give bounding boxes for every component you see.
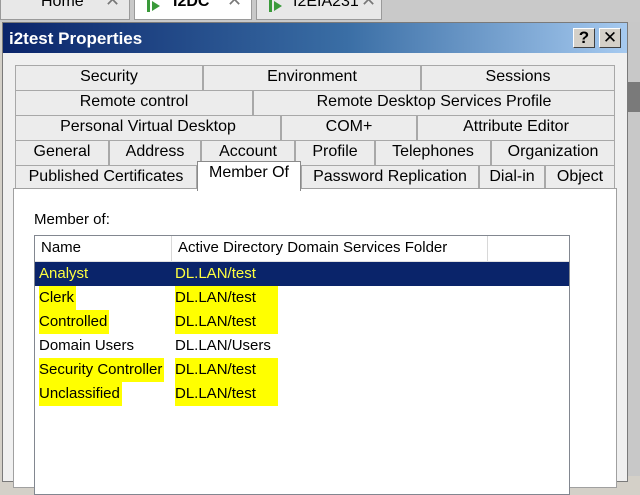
dialog-title: i2test Properties [9, 29, 143, 48]
title-bar[interactable]: i2test Properties ? ✕ [3, 23, 627, 53]
group-name: Analyst [39, 265, 89, 282]
tab-object[interactable]: Object [545, 165, 615, 190]
tab-environment[interactable]: Environment [203, 65, 421, 90]
list-header: Name Active Directory Domain Services Fo… [35, 236, 569, 262]
tab-attribute-editor[interactable]: Attribute Editor [417, 115, 615, 140]
background-window-edge [628, 22, 640, 476]
group-name: Security Controller [39, 358, 165, 382]
group-name: Domain Users [39, 337, 135, 354]
list-item[interactable]: Unclassified DL.LAN/test [35, 382, 569, 406]
tab-remote-control[interactable]: Remote control [15, 90, 253, 115]
properties-dialog: i2test Properties ? ✕ Security Environme… [2, 22, 628, 495]
member-of-list[interactable]: Name Active Directory Domain Services Fo… [34, 235, 570, 495]
group-folder: DL.LAN/test [175, 286, 278, 310]
close-button[interactable]: ✕ [599, 28, 621, 48]
host-tab-home[interactable]: Home ✕ [0, 0, 130, 20]
member-of-panel: Member of: Name Active Directory Domain … [13, 188, 617, 495]
group-name: Clerk [39, 286, 77, 310]
host-tab-label: Home [41, 0, 84, 10]
group-folder: DL.LAN/test [175, 310, 278, 334]
group-folder: DL.LAN/test [175, 358, 278, 382]
host-tab-label: I2DC [173, 0, 210, 10]
tab-address[interactable]: Address [109, 140, 201, 165]
host-tab-label: I2EIA231 [293, 0, 359, 10]
group-folder: DL.LAN/Users [175, 337, 271, 354]
list-item[interactable]: Domain Users DL.LAN/Users [35, 334, 569, 358]
remote-session-icon [147, 0, 160, 12]
list-item[interactable]: Controlled DL.LAN/test [35, 310, 569, 334]
tab-sessions[interactable]: Sessions [421, 65, 615, 90]
tab-password-replication[interactable]: Password Replication [301, 165, 479, 190]
group-folder: DL.LAN/test [175, 382, 278, 406]
group-name: Unclassified [39, 382, 122, 406]
tab-general[interactable]: General [15, 140, 109, 165]
tab-telephones[interactable]: Telephones [375, 140, 491, 165]
tab-com-plus[interactable]: COM+ [281, 115, 417, 140]
tab-personal-virtual-desktop[interactable]: Personal Virtual Desktop [15, 115, 281, 140]
member-of-label: Member of: [34, 211, 110, 228]
column-header-folder[interactable]: Active Directory Domain Services Folder [172, 236, 492, 261]
tab-rds-profile[interactable]: Remote Desktop Services Profile [253, 90, 615, 115]
tab-profile[interactable]: Profile [295, 140, 375, 165]
group-name: Controlled [39, 310, 110, 334]
close-icon[interactable]: ✕ [361, 0, 376, 9]
host-tab-strip: Home ✕ I2DC ✕ I2EIA231 ✕ [0, 0, 640, 22]
tab-dial-in[interactable]: Dial-in [479, 165, 545, 190]
list-item[interactable]: Clerk DL.LAN/test [35, 286, 569, 310]
list-item[interactable]: Analyst DL.LAN/test [35, 262, 569, 286]
tab-organization[interactable]: Organization [491, 140, 615, 165]
tab-security[interactable]: Security [15, 65, 203, 90]
remote-session-icon [269, 0, 282, 12]
tab-member-of[interactable]: Member Of [197, 161, 301, 191]
tab-published-certificates[interactable]: Published Certificates [15, 165, 197, 190]
host-tab-i2dc[interactable]: I2DC ✕ [134, 0, 252, 20]
group-folder: DL.LAN/test [175, 265, 256, 282]
close-icon[interactable]: ✕ [105, 0, 120, 9]
close-icon[interactable]: ✕ [227, 0, 242, 9]
help-button[interactable]: ? [573, 28, 595, 48]
column-header-name[interactable]: Name [35, 236, 173, 261]
list-item[interactable]: Security Controller DL.LAN/test [35, 358, 569, 382]
host-tab-i2eia231[interactable]: I2EIA231 ✕ [256, 0, 382, 20]
